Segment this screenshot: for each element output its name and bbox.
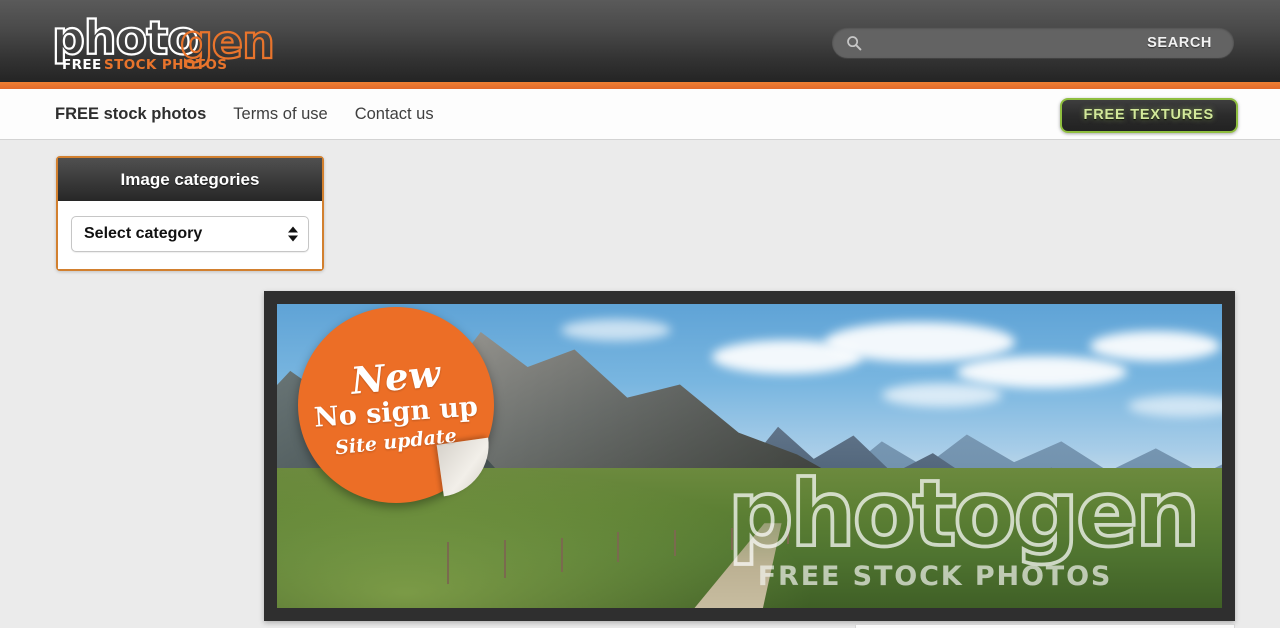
main-navigation: FREE stock photos Terms of use Contact u… (0, 89, 1280, 140)
image-categories-body: Select category (58, 201, 322, 269)
nav-item-terms-of-use[interactable]: Terms of use (233, 105, 327, 124)
photo-watermark: photogen FREE STOCK PHOTOS photogen FREE… (674, 458, 1203, 599)
svg-text:STOCK PHOTOS: STOCK PHOTOS (104, 57, 227, 73)
sticker-text: New No sign up Site update (298, 307, 494, 503)
hero-banner-photo: photogen FREE STOCK PHOTOS photogen FREE… (277, 304, 1222, 608)
nav-item-contact-us[interactable]: Contact us (355, 105, 434, 124)
search-input[interactable] (862, 27, 1148, 58)
search-button[interactable]: SEARCH (1147, 35, 1234, 51)
category-select-value: Select category (84, 225, 203, 242)
image-categories-panel: Image categories Select category (56, 156, 324, 271)
chevron-updown-icon (288, 226, 298, 242)
header-accent-bar (0, 82, 1280, 89)
search-icon (846, 35, 862, 51)
hero-banner[interactable]: photogen FREE STOCK PHOTOS photogen FREE… (264, 291, 1235, 621)
svg-text:FREE: FREE (62, 57, 102, 73)
svg-text:photogen: photogen (728, 460, 1198, 567)
free-textures-button[interactable]: FREE TEXTURES (1059, 98, 1238, 133)
site-header: photo gen FREE STOCK PHOTOS photo gen ST… (0, 0, 1280, 82)
page-root: photo gen FREE STOCK PHOTOS photo gen ST… (0, 0, 1280, 628)
new-sticker[interactable]: New No sign up Site update (297, 307, 496, 504)
sticker-line-new: New (349, 350, 443, 403)
site-logo[interactable]: photo gen FREE STOCK PHOTOS photo gen ST… (52, 12, 352, 74)
svg-text:FREE STOCK PHOTOS: FREE STOCK PHOTOS (758, 561, 1113, 592)
below-fold-panel (855, 624, 1235, 628)
search-bar[interactable]: SEARCH (832, 27, 1234, 58)
category-select[interactable]: Select category (71, 216, 309, 252)
nav-item-free-stock-photos[interactable]: FREE stock photos (55, 105, 206, 124)
nav-link-list: FREE stock photos Terms of use Contact u… (55, 89, 434, 140)
image-categories-title: Image categories (58, 158, 322, 201)
